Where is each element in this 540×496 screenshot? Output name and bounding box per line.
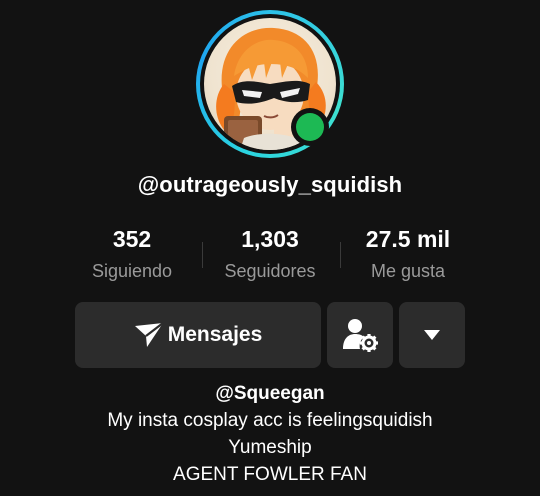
bio-handle: @Squeegan — [215, 383, 325, 404]
messages-button[interactable]: Mensajes — [75, 302, 321, 368]
stat-followers[interactable]: 1,303 Seguidores — [200, 224, 340, 284]
bio-line: AGENT FOWLER FAN — [173, 464, 367, 485]
online-indicator-icon — [296, 113, 324, 141]
messages-button-label: Mensajes — [167, 323, 263, 346]
caret-down-icon — [424, 330, 440, 340]
stat-following-label: Siguiendo — [91, 261, 173, 281]
send-icon — [134, 322, 164, 347]
add-friend-settings-button[interactable] — [327, 302, 393, 368]
stat-following[interactable]: 352 Siguiendo — [62, 224, 202, 284]
stat-likes[interactable]: 27.5 mil Me gusta — [338, 224, 478, 284]
profile-stats: 352 Siguiendo 1,303 Seguidores 27.5 mil … — [62, 224, 478, 286]
user-settings-icon — [343, 319, 378, 352]
bio-line: My insta cosplay acc is feelingsquidish — [107, 410, 433, 431]
stat-following-count: 352 — [112, 226, 152, 252]
stat-followers-count: 1,303 — [241, 226, 299, 252]
stat-likes-count: 27.5 mil — [365, 226, 451, 252]
stat-likes-label: Me gusta — [370, 261, 446, 281]
stat-followers-label: Seguidores — [224, 261, 316, 281]
bio-line: Yumeship — [228, 437, 312, 458]
more-options-button[interactable] — [399, 302, 465, 368]
online-status-badge — [291, 108, 329, 146]
profile-username: @outrageously_squidish — [137, 172, 403, 197]
